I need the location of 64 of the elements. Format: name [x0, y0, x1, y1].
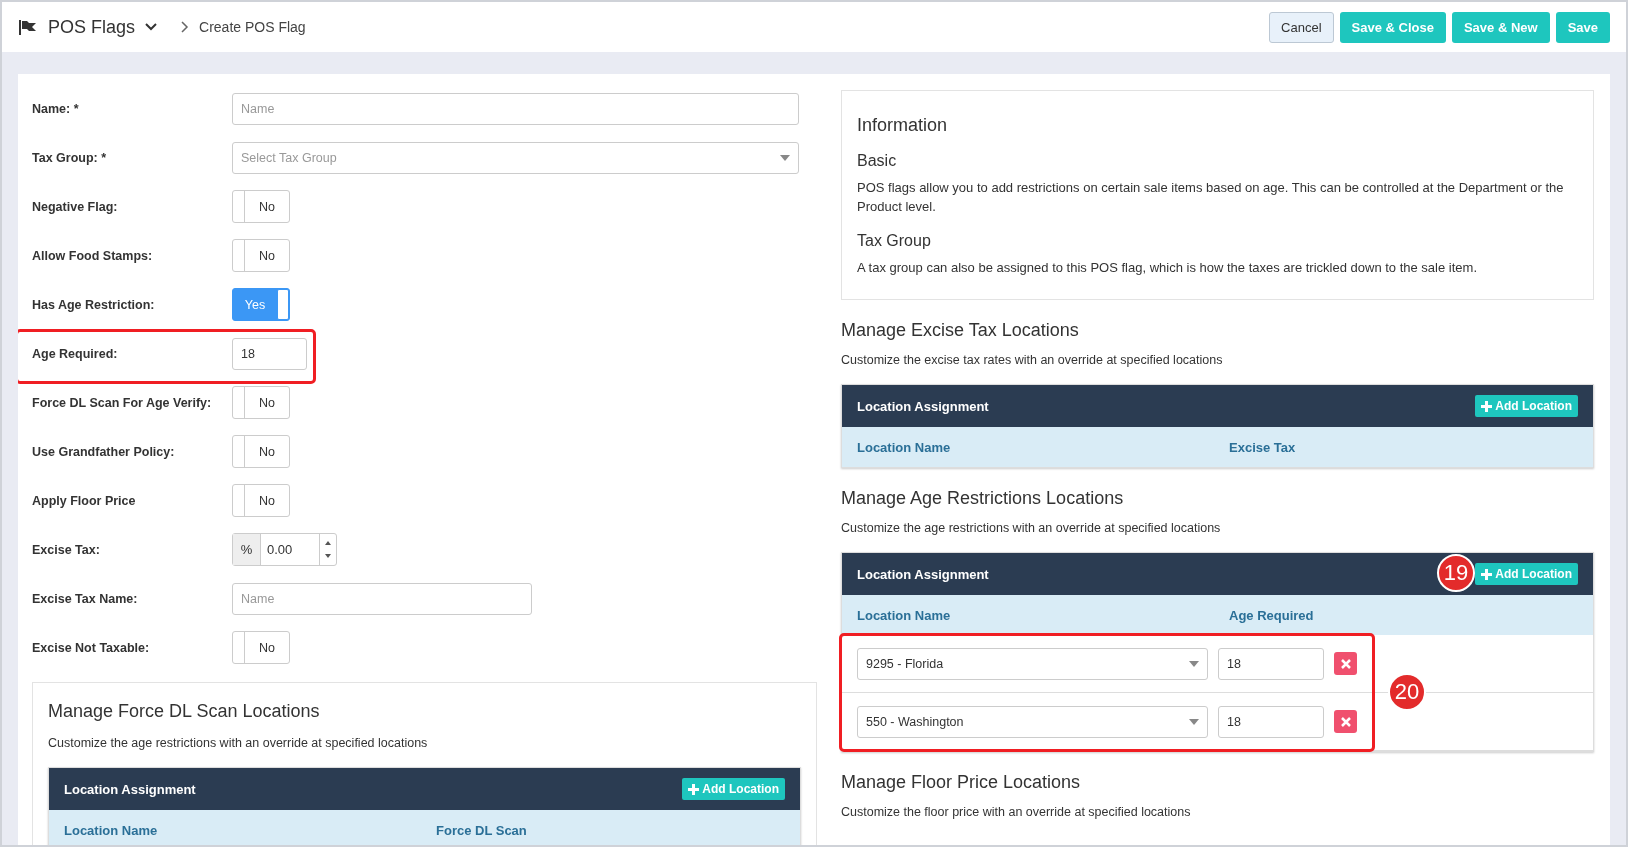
number-input[interactable]: 18: [232, 337, 307, 370]
section-description: Customize the excise tax rates with an override at specified locations: [841, 352, 1224, 369]
close-icon: [1340, 716, 1351, 727]
chevron-right-icon: [179, 21, 190, 33]
info-paragraph: POS flags allow you to add restrictions on certain sale items based on age. This can be controlled at the Department or the Product level.: [857, 179, 1565, 216]
toggle-switch[interactable]: No: [232, 435, 290, 468]
delete-button[interactable]: [1334, 710, 1357, 733]
field-label: Excise Tax Name:: [32, 591, 139, 606]
location-select[interactable]: 9295 - Florida: [857, 647, 1208, 680]
field-label: Force DL Scan For Age Verify:: [32, 395, 213, 410]
callout-number: 20: [1388, 673, 1426, 711]
section-heading: Manage Age Restrictions Locations: [841, 488, 1125, 509]
close-icon: [1340, 658, 1351, 669]
age-input[interactable]: 18: [1218, 647, 1324, 680]
toggle-switch[interactable]: No: [232, 239, 290, 272]
section-heading: Manage Excise Tax Locations: [841, 320, 1080, 341]
dropdown-caret-icon: [780, 154, 790, 161]
plus-icon: [1481, 400, 1493, 412]
page-title: POS Flags: [48, 16, 136, 38]
section-description: Customize the age restrictions with an override at specified locations: [48, 735, 429, 752]
toggle-switch[interactable]: No: [232, 190, 290, 223]
percent-input[interactable]: % 0.00: [232, 533, 337, 566]
cancel-button[interactable]: Cancel: [1269, 11, 1334, 43]
field-label: Use Grandfather Policy:: [32, 444, 176, 459]
chevron-down-icon[interactable]: [145, 23, 158, 31]
field-label: Negative Flag:: [32, 199, 119, 214]
toggle-switch[interactable]: No: [232, 386, 290, 419]
field-label: Age Required:: [32, 346, 119, 361]
column-header: Force DL Scan: [436, 822, 528, 838]
field-label: Excise Tax:: [32, 542, 101, 557]
info-heading: Basic: [857, 152, 898, 170]
section-heading: Manage Force DL Scan Locations: [48, 701, 321, 722]
field-label: Tax Group: *: [32, 150, 108, 165]
panel-title: Location Assignment: [857, 398, 989, 414]
panel-title: Location Assignment: [857, 566, 989, 582]
plus-icon: [1481, 568, 1493, 580]
age-input[interactable]: 18: [1218, 705, 1324, 738]
column-header: Excise Tax: [1229, 439, 1297, 455]
section-description: Customize the floor price with an override at specified locations: [841, 804, 1192, 821]
breadcrumb: Create POS Flag: [199, 19, 306, 35]
toggle-switch[interactable]: No: [232, 631, 290, 664]
info-title: Information: [857, 115, 949, 136]
column-header: Location Name: [857, 607, 952, 623]
info-paragraph: A tax group can also be assigned to this POS flag, which is how the taxes are trickled down to the sale item.: [857, 259, 1478, 277]
callout-number: 19: [1437, 554, 1475, 592]
section-description: Customize the age restrictions with an override at specified locations: [841, 520, 1222, 537]
field-label: Apply Floor Price: [32, 493, 137, 508]
column-header: Location Name: [64, 822, 159, 838]
dropdown-caret-icon: [1189, 718, 1199, 725]
field-label: Name: *: [32, 101, 80, 116]
plus-icon: [688, 783, 700, 795]
section-heading: Manage Floor Price Locations: [841, 772, 1082, 793]
column-header: Age Required: [1229, 607, 1315, 623]
toggle-switch[interactable]: No: [232, 484, 290, 517]
field-label: Has Age Restriction:: [32, 297, 156, 312]
info-heading: Tax Group: [857, 232, 932, 250]
column-header: Location Name: [857, 439, 952, 455]
delete-button[interactable]: [1334, 652, 1357, 675]
flag-icon: [18, 19, 38, 35]
panel-title: Location Assignment: [64, 781, 196, 797]
dropdown-caret-icon: [1189, 660, 1199, 667]
field-label: Excise Not Taxable:: [32, 640, 151, 655]
location-select[interactable]: 550 - Washington: [857, 705, 1208, 738]
field-label: Allow Food Stamps:: [32, 248, 154, 263]
